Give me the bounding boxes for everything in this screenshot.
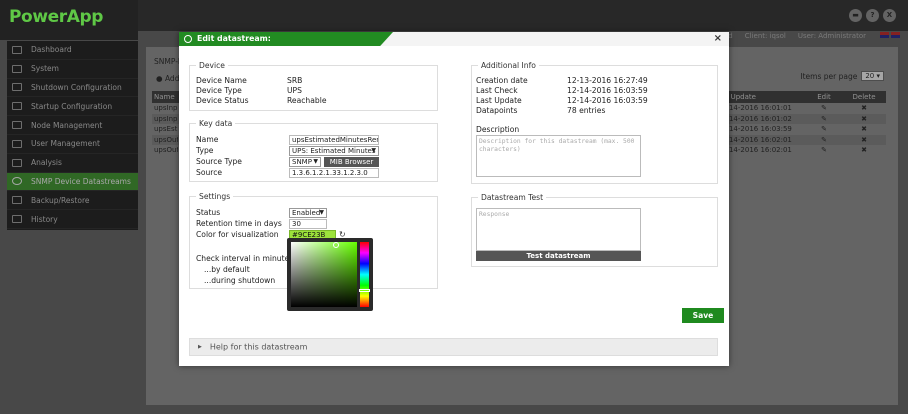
last-update-label: Last Update	[476, 96, 522, 105]
name-label: Name	[196, 135, 219, 144]
datapoints-value: 78 entries	[567, 106, 606, 115]
edit-datastream-dialog: Edit datastream: upsEstimatedMinutesRema…	[179, 32, 729, 366]
datastream-test-section: Datastream Test Response Test datastream	[471, 193, 718, 267]
type-label: Type	[196, 146, 214, 155]
description-textarea[interactable]: Description for this datastream (max. 50…	[476, 135, 641, 177]
color-picker[interactable]	[287, 238, 373, 311]
close-dialog-button[interactable]: ×	[714, 33, 722, 44]
status-label: Status	[196, 208, 221, 217]
status-select[interactable]: Enabled ▼	[289, 208, 327, 218]
datastream-test-legend: Datastream Test	[478, 193, 547, 202]
mib-browser-button[interactable]: MIB Browser	[324, 157, 379, 167]
response-textarea[interactable]: Response	[476, 208, 641, 251]
last-update-value: 12-14-2016 16:03:59	[567, 96, 648, 105]
saturation-cursor[interactable]	[333, 242, 339, 248]
datapoints-label: Datapoints	[476, 106, 518, 115]
saturation-area[interactable]	[291, 242, 357, 307]
dialog-header: Edit datastream: upsEstimatedMinutesRema…	[179, 32, 729, 46]
device-status-label: Device Status	[196, 96, 249, 105]
chevron-down-icon: ▼	[371, 147, 376, 154]
check-interval-label: Check interval in minutes...	[196, 254, 301, 263]
retention-label: Retention time in days	[196, 219, 282, 228]
retention-input[interactable]: 30	[289, 219, 327, 229]
default-interval-label: ...by default	[204, 265, 250, 274]
shutdown-interval-label: ...during shutdown	[204, 276, 276, 285]
device-name-value: SRB	[287, 76, 303, 85]
name-input[interactable]: upsEstimatedMinutesRemain	[289, 135, 379, 145]
type-select[interactable]: UPS: Estimated Minutes ▼	[289, 146, 379, 156]
key-data-section: Key data Name upsEstimatedMinutesRemain …	[189, 119, 438, 182]
description-label: Description	[476, 125, 520, 134]
app-logo: PowerApp	[0, 0, 138, 40]
settings-legend: Settings	[196, 192, 234, 201]
device-type-label: Device Type	[196, 86, 242, 95]
creation-date-value: 12-13-2016 16:27:49	[567, 76, 648, 85]
hue-slider[interactable]	[360, 242, 369, 307]
status-select-value: Enabled	[292, 209, 321, 217]
save-button[interactable]: Save	[682, 308, 724, 323]
device-name-label: Device Name	[196, 76, 247, 85]
last-check-label: Last Check	[476, 86, 518, 95]
creation-date-label: Creation date	[476, 76, 528, 85]
help-accordion[interactable]: ▶ Help for this datastream	[189, 338, 718, 356]
source-label: Source	[196, 168, 223, 177]
source-type-select[interactable]: SNMP ▼	[289, 157, 321, 167]
device-section: Device Device Name SRB Device Type UPS D…	[189, 61, 438, 111]
last-check-value: 12-14-2016 16:03:59	[567, 86, 648, 95]
chevron-down-icon: ▼	[319, 209, 324, 216]
help-label: Help for this datastream	[209, 342, 308, 352]
device-status-value: Reachable	[287, 96, 327, 105]
device-legend: Device	[196, 61, 228, 70]
additional-info-section: Additional Info Creation date 12-13-2016…	[471, 61, 718, 184]
hue-cursor[interactable]	[359, 289, 370, 292]
device-type-value: UPS	[287, 86, 302, 95]
test-datastream-button[interactable]: Test datastream	[476, 251, 641, 261]
dialog-title: Edit datastream: upsEstimatedMinutesRema…	[179, 32, 393, 46]
type-select-value: UPS: Estimated Minutes	[292, 147, 376, 155]
additional-info-legend: Additional Info	[478, 61, 539, 70]
expand-triangle-icon: ▶	[198, 344, 202, 350]
logo-text: PowerApp	[9, 7, 104, 27]
source-input[interactable]: 1.3.6.1.2.1.33.1.2.3.0	[289, 168, 379, 178]
color-label: Color for visualization	[196, 230, 279, 239]
source-type-label: Source Type	[196, 157, 242, 166]
chevron-down-icon: ▼	[313, 158, 318, 165]
key-data-legend: Key data	[196, 119, 236, 128]
datastream-status-icon	[184, 35, 192, 43]
source-type-value: SNMP	[292, 158, 312, 166]
